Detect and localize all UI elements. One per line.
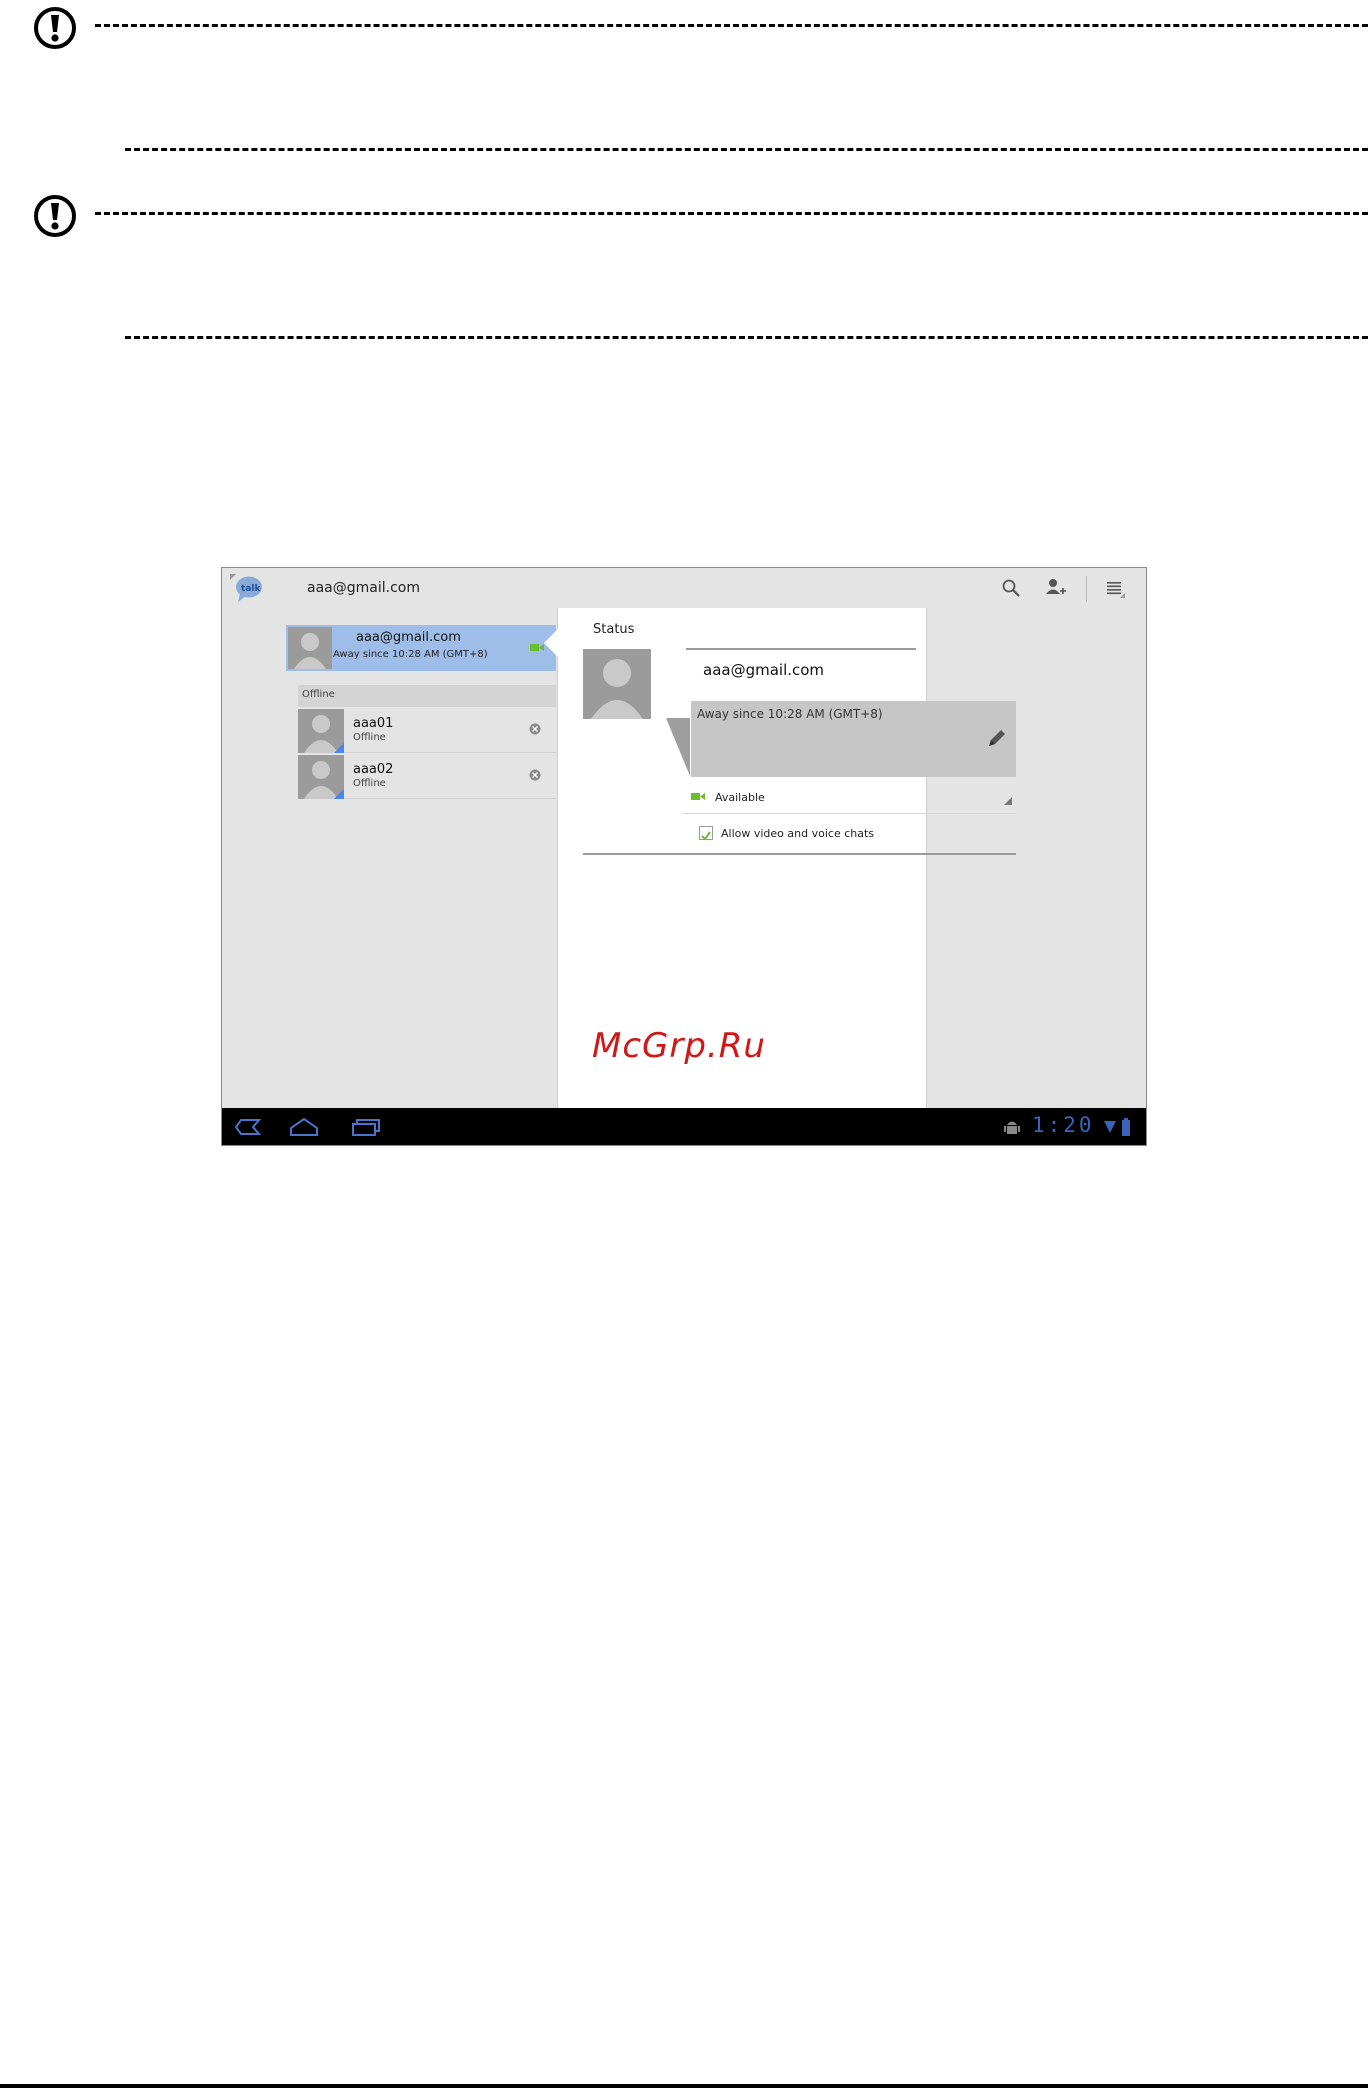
android-debug-icon [1002, 1114, 1022, 1139]
action-bar: talk aaa@gmail.com [222, 568, 1146, 608]
menu-icon[interactable] [1100, 574, 1130, 602]
availability-dropdown[interactable]: Available [683, 779, 1016, 814]
allow-video-voice-row[interactable]: Allow video and voice chats [683, 814, 1016, 852]
dropdown-arrow-icon [1004, 797, 1012, 805]
page-bottom-rule [0, 2084, 1368, 2088]
contact-status: Offline [353, 778, 386, 789]
checkmark-icon [701, 831, 711, 841]
exclamation-icon [34, 195, 76, 237]
back-icon[interactable] [232, 1114, 262, 1139]
avatar [298, 755, 344, 799]
self-name: aaa@gmail.com [356, 630, 461, 645]
talk-logo-icon[interactable]: talk [230, 574, 264, 604]
tablet-screenshot: talk aaa@gmail.com aaa@gmail.com Away si… [221, 567, 1147, 1146]
video-camera-icon [530, 644, 544, 651]
avatar [288, 627, 332, 669]
contact-row[interactable]: aaa01 Offline [298, 708, 556, 753]
battery-icon [1121, 1114, 1131, 1139]
panel-pointer [544, 628, 559, 658]
divider [686, 648, 916, 650]
divider [125, 148, 1368, 151]
contact-status: Offline [353, 732, 386, 743]
avatar [583, 649, 651, 719]
pencil-icon[interactable] [986, 727, 1008, 749]
system-bar: 1:20 [222, 1108, 1146, 1145]
status-message-box[interactable]: Away since 10:28 AM (GMT+8) [691, 701, 1016, 777]
avatar-corner-marker [334, 743, 344, 753]
panel-title: Status [593, 622, 635, 637]
toolbar-separator [1086, 576, 1087, 602]
watermark: McGrp.Ru [592, 1026, 766, 1066]
wifi-icon [1103, 1114, 1117, 1139]
self-status-row[interactable]: aaa@gmail.com Away since 10:28 AM (GMT+8… [286, 625, 556, 671]
offline-x-icon [529, 769, 541, 781]
status-message: Away since 10:28 AM (GMT+8) [697, 707, 883, 721]
divider [125, 336, 1368, 339]
self-status-text: Away since 10:28 AM (GMT+8) [333, 649, 488, 660]
contact-name: aaa01 [353, 716, 394, 731]
clock: 1:20 [1032, 1113, 1095, 1137]
search-icon[interactable] [996, 574, 1026, 602]
offline-x-icon [529, 723, 541, 735]
availability-value: Available [715, 791, 765, 804]
account-title: aaa@gmail.com [307, 580, 420, 596]
contact-name: aaa02 [353, 762, 394, 777]
video-camera-icon [691, 793, 705, 800]
home-icon[interactable] [288, 1114, 320, 1139]
group-label: Offline [302, 689, 335, 700]
allow-video-voice-label: Allow video and voice chats [721, 827, 875, 840]
status-box-fold [666, 718, 690, 776]
group-header-offline: Offline [298, 685, 556, 707]
avatar-corner-marker [334, 789, 344, 799]
exclamation-icon [34, 7, 76, 49]
allow-video-voice-checkbox[interactable] [699, 826, 713, 841]
divider [95, 212, 1368, 215]
recent-apps-icon[interactable] [350, 1114, 382, 1139]
divider [583, 853, 1016, 855]
avatar [298, 709, 344, 753]
divider [95, 24, 1368, 27]
add-friend-icon[interactable] [1040, 574, 1070, 602]
contact-row[interactable]: aaa02 Offline [298, 754, 556, 799]
talk-logo-text: talk [241, 584, 261, 594]
panel-account-name: aaa@gmail.com [703, 661, 825, 679]
